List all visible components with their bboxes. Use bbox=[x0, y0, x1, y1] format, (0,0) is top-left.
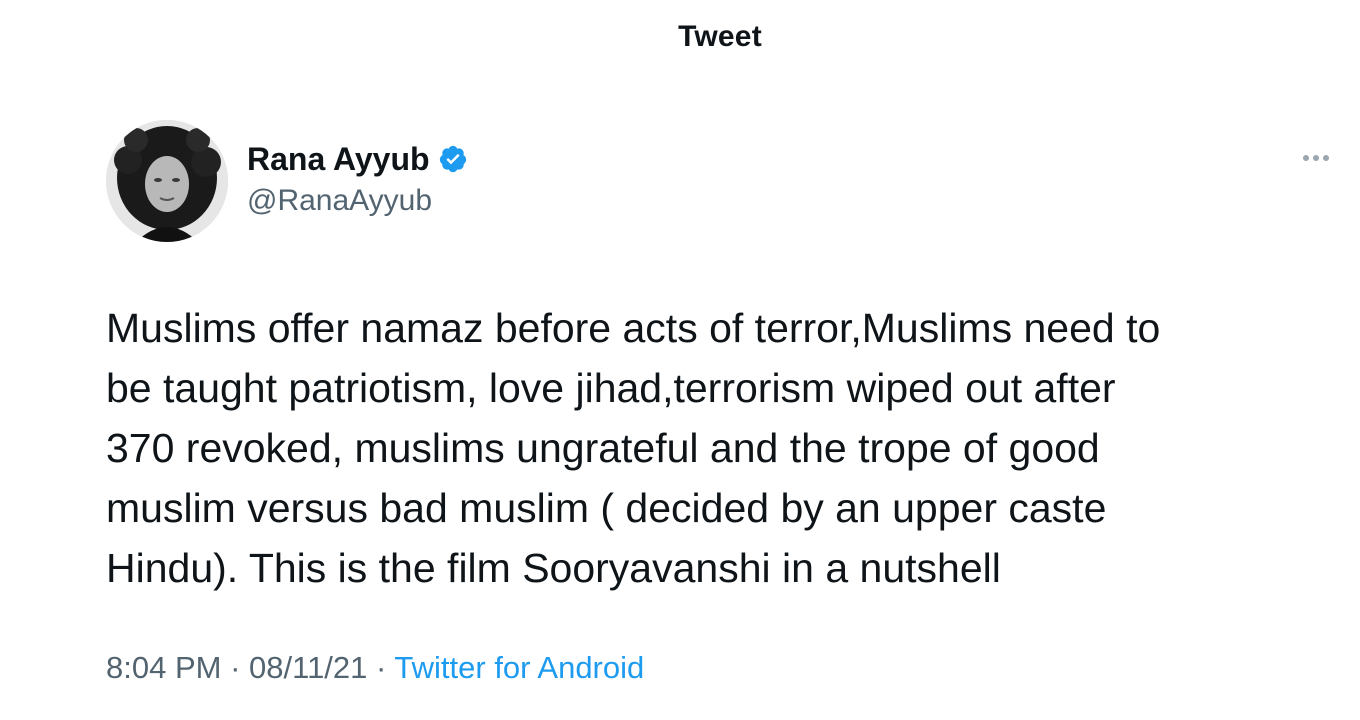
more-options-icon[interactable] bbox=[1298, 148, 1334, 168]
page-title: Tweet bbox=[678, 20, 762, 53]
tweet-text-line: be taught patriotism, love jihad,terrori… bbox=[106, 365, 1116, 411]
avatar[interactable] bbox=[106, 120, 228, 242]
verified-badge-icon bbox=[438, 144, 468, 174]
tweet-text-line: Muslims offer namaz before acts of terro… bbox=[106, 305, 1161, 351]
author-name-row[interactable]: Rana Ayyub bbox=[247, 140, 468, 178]
tweet-time[interactable]: 8:04 PM bbox=[106, 650, 221, 685]
tweet-source-link[interactable]: Twitter for Android bbox=[394, 650, 644, 685]
tweet-metadata: 8:04 PM · 08/11/21 · Twitter for Android bbox=[106, 648, 644, 688]
tweet-date[interactable]: 08/11/21 bbox=[249, 650, 367, 685]
tweet-text-line: 370 revoked, muslims ungrateful and the … bbox=[106, 425, 1100, 471]
meta-separator: · bbox=[230, 650, 241, 685]
tweet-text-line: muslim versus bad muslim ( decided by an… bbox=[106, 485, 1107, 531]
tweet-text: Muslims offer namaz before acts of terro… bbox=[106, 298, 1336, 598]
tweet-text-line: Hindu). This is the film Sooryavanshi in… bbox=[106, 545, 1001, 591]
author-name[interactable]: Rana Ayyub bbox=[247, 140, 430, 178]
meta-separator: · bbox=[376, 650, 387, 685]
author-handle[interactable]: @RanaAyyub bbox=[247, 182, 432, 220]
